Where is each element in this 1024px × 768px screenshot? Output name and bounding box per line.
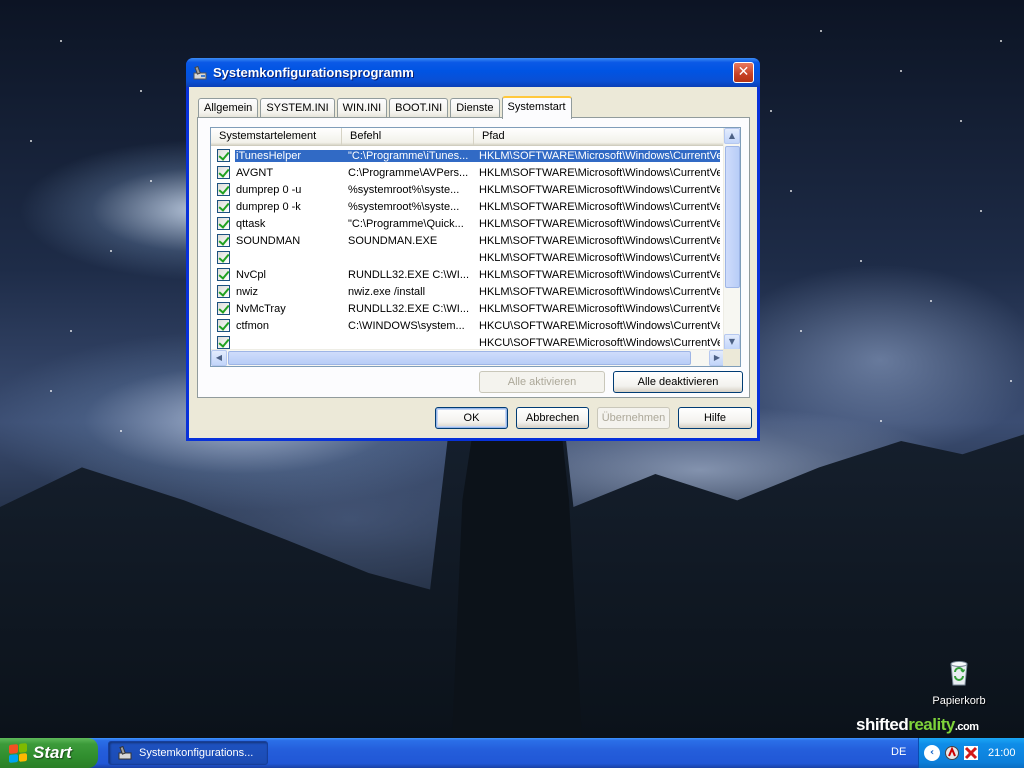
list-item[interactable]: NvMcTray RUNDLL32.EXE C:\WI... HKLM\SOFTWA…: [211, 300, 725, 317]
window-titlebar[interactable]: Systemkonfigurationsprogramm ✕: [186, 58, 760, 87]
scroll-down-arrow-icon[interactable]: ▼: [724, 334, 740, 350]
tab-panel-systemstart: Systemstartelement Befehl Pfad iTunesHel…: [197, 117, 750, 398]
list-item[interactable]: AVGNT C:\Programme\AVPers... HKLM\SOFTWARE…: [211, 164, 725, 181]
start-button[interactable]: Start: [0, 738, 98, 768]
watermark-part3: .com: [954, 721, 979, 733]
tab-system-ini[interactable]: SYSTEM.INI: [260, 98, 335, 118]
close-button[interactable]: ✕: [733, 62, 754, 83]
checkbox[interactable]: [217, 302, 230, 315]
window-client-area: Allgemein SYSTEM.INI WIN.INI BOOT.INI Di…: [189, 87, 757, 438]
taskbar-clock[interactable]: 21:00: [988, 747, 1016, 759]
tab-allgemein[interactable]: Allgemein: [198, 98, 259, 118]
checkbox[interactable]: [217, 319, 230, 332]
list-item[interactable]: HKLM\SOFTWARE\Microsoft\Windows\CurrentV…: [211, 249, 725, 266]
column-header-path[interactable]: Pfad: [474, 128, 725, 145]
ok-button[interactable]: OK: [435, 407, 508, 429]
taskbar-item-label: Systemkonfigurations...: [139, 747, 254, 759]
windows-logo-icon: [9, 743, 27, 763]
enable-all-button[interactable]: Alle aktivieren: [479, 371, 605, 393]
list-item[interactable]: SOUNDMAN SOUNDMAN.EXE HKLM\SOFTWARE\Micros…: [211, 232, 725, 249]
list-rows: iTunesHelper "C:\Programme\iTunes... HKLM\…: [211, 147, 725, 351]
checkbox[interactable]: [217, 183, 230, 196]
wallpaper-watermark: shiftedreality.com: [856, 715, 979, 735]
apply-button[interactable]: Übernehmen: [597, 407, 670, 429]
cancel-button[interactable]: Abbrechen: [516, 407, 589, 429]
checkbox[interactable]: [217, 149, 230, 162]
avira-tray-icon[interactable]: [944, 745, 960, 761]
scrollbar-corner: [723, 349, 740, 366]
checkbox[interactable]: [217, 285, 230, 298]
horizontal-scrollbar[interactable]: ◀ ▶: [211, 349, 725, 366]
watermark-part1: shifted: [856, 715, 909, 734]
msconfig-icon: [118, 745, 132, 760]
system-tray: ‹ 21:00: [918, 738, 1024, 768]
checkbox[interactable]: [217, 166, 230, 179]
checkbox[interactable]: [217, 234, 230, 247]
checkbox[interactable]: [217, 251, 230, 264]
list-item[interactable]: iTunesHelper "C:\Programme\iTunes... HKLM\…: [211, 147, 725, 164]
column-header-command[interactable]: Befehl: [342, 128, 474, 145]
list-item[interactable]: nwiz nwiz.exe /install HKLM\SOFTWARE\Micro…: [211, 283, 725, 300]
msconfig-icon: [193, 65, 207, 79]
list-item[interactable]: ctfmon C:\WINDOWS\system... HKCU\SOFTWARE\…: [211, 317, 725, 334]
taskbar-item-msconfig[interactable]: Systemkonfigurations...: [108, 741, 268, 765]
vertical-scrollbar[interactable]: ▲ ▼: [723, 128, 740, 350]
checkbox[interactable]: [217, 336, 230, 349]
tab-win-ini[interactable]: WIN.INI: [336, 98, 388, 118]
tab-boot-ini[interactable]: BOOT.INI: [389, 98, 449, 118]
checkbox[interactable]: [217, 200, 230, 213]
taskbar: Start Systemkonfigurations... DE ‹ 21:00: [0, 738, 1024, 768]
recycle-bin-icon: [950, 661, 968, 686]
horizontal-scroll-thumb[interactable]: [228, 351, 691, 365]
scroll-left-arrow-icon[interactable]: ◀: [211, 350, 227, 366]
recycle-bin-label: Papierkorb: [932, 695, 986, 707]
list-item[interactable]: qttask "C:\Programme\Quick... HKLM\SOFTWAR…: [211, 215, 725, 232]
disable-all-button[interactable]: Alle deaktivieren: [613, 371, 743, 393]
list-item[interactable]: dumprep 0 -u %systemroot%\syste... HKLM\SO…: [211, 181, 725, 198]
antivirus-guard-tray-icon[interactable]: [963, 745, 979, 761]
watermark-part2: reality: [908, 715, 955, 734]
language-indicator[interactable]: DE: [891, 746, 906, 758]
scroll-up-arrow-icon[interactable]: ▲: [724, 128, 740, 144]
help-button[interactable]: Hilfe: [678, 407, 752, 429]
column-header-element[interactable]: Systemstartelement: [211, 128, 342, 145]
checkbox[interactable]: [217, 268, 230, 281]
list-item[interactable]: NvCpl RUNDLL32.EXE C:\WI... HKLM\SOFTWARE\…: [211, 266, 725, 283]
recycle-bin[interactable]: Papierkorb: [926, 656, 992, 707]
system-configuration-window: Systemkonfigurationsprogramm ✕ Allgemein…: [186, 58, 760, 441]
list-item[interactable]: dumprep 0 -k %systemroot%\syste... HKLM\SO…: [211, 198, 725, 215]
checkbox[interactable]: [217, 217, 230, 230]
vertical-scroll-thumb[interactable]: [725, 146, 740, 288]
show-hidden-icons-chevron-icon[interactable]: ‹: [924, 745, 940, 761]
start-label: Start: [33, 743, 72, 762]
tab-dienste[interactable]: Dienste: [450, 98, 500, 118]
tower-silhouette: [452, 440, 582, 740]
tab-systemstart[interactable]: Systemstart: [501, 96, 572, 119]
list-header: Systemstartelement Befehl Pfad: [211, 128, 725, 146]
tab-strip: Allgemein SYSTEM.INI WIN.INI BOOT.INI Di…: [198, 95, 574, 119]
startup-list[interactable]: Systemstartelement Befehl Pfad iTunesHel…: [210, 127, 741, 367]
window-title: Systemkonfigurationsprogramm: [213, 65, 414, 80]
